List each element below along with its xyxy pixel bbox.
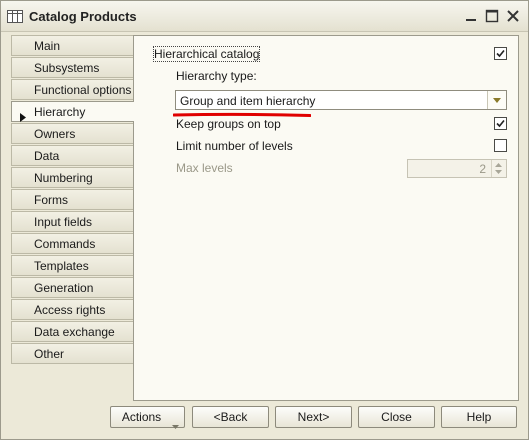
hierarchy-type-value: Group and item hierarchy: [180, 94, 316, 108]
hierarchical-catalog-checkbox[interactable]: [494, 47, 507, 60]
tab-input-fields[interactable]: Input fields: [11, 211, 133, 232]
back-button[interactable]: <Back: [192, 406, 269, 428]
tab-generation[interactable]: Generation: [11, 277, 133, 298]
stepper-buttons[interactable]: [491, 160, 506, 177]
max-levels-value: 2: [479, 162, 486, 176]
close-icon[interactable]: [505, 8, 521, 24]
chevron-down-icon[interactable]: [487, 91, 506, 109]
window-title: Catalog Products: [29, 9, 137, 24]
tab-data-exchange[interactable]: Data exchange: [11, 321, 133, 342]
tab-forms[interactable]: Forms: [11, 189, 133, 210]
triangle-right-icon: [20, 108, 26, 129]
close-button[interactable]: Close: [358, 406, 435, 428]
hierarchical-catalog-label[interactable]: Hierarchical catalog: [152, 46, 261, 62]
minimize-icon[interactable]: [463, 8, 479, 24]
catalog-products-window: Catalog Products Main Subsystems Functio…: [0, 0, 529, 440]
max-levels-label: Max levels: [176, 161, 233, 175]
help-button[interactable]: Help: [441, 406, 517, 428]
spin-up-icon[interactable]: [495, 163, 502, 167]
tab-commands[interactable]: Commands: [11, 233, 133, 254]
tab-owners[interactable]: Owners: [11, 123, 133, 144]
tab-access-rights[interactable]: Access rights: [11, 299, 133, 320]
actions-button[interactable]: Actions: [110, 406, 185, 429]
section-tabs: Main Subsystems Functional options Hiera…: [11, 35, 134, 365]
hierarchy-type-label: Hierarchy type:: [176, 69, 257, 83]
maximize-icon[interactable]: [484, 8, 500, 24]
tab-data[interactable]: Data: [11, 145, 133, 166]
limit-levels-checkbox[interactable]: [494, 139, 507, 152]
keep-groups-on-top-checkbox[interactable]: [494, 117, 507, 130]
spin-down-icon[interactable]: [495, 170, 502, 174]
next-button[interactable]: Next>: [275, 406, 352, 428]
title-bar[interactable]: Catalog Products: [1, 1, 528, 32]
tab-other[interactable]: Other: [11, 343, 133, 364]
chevron-down-icon: [172, 415, 179, 435]
hierarchy-type-select[interactable]: Group and item hierarchy: [175, 90, 507, 110]
checkmark-icon: [496, 119, 505, 128]
tab-templates[interactable]: Templates: [11, 255, 133, 276]
table-icon: [7, 10, 23, 23]
tab-functional-options[interactable]: Functional options: [11, 79, 133, 100]
tab-subsystems[interactable]: Subsystems: [11, 57, 133, 78]
tab-hierarchy[interactable]: Hierarchy: [11, 101, 134, 122]
keep-groups-on-top-label: Keep groups on top: [176, 117, 281, 131]
max-levels-stepper[interactable]: 2: [407, 159, 507, 178]
checkmark-icon: [496, 49, 505, 58]
tab-main[interactable]: Main: [11, 35, 133, 56]
limit-levels-label: Limit number of levels: [176, 139, 293, 153]
tab-numbering[interactable]: Numbering: [11, 167, 133, 188]
